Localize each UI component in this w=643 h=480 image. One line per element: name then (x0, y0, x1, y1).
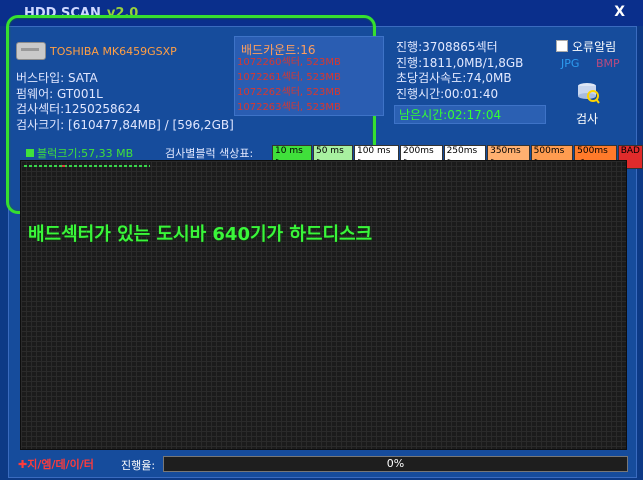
progress-size: 진행:1811,0MB/1,8GB (396, 55, 524, 70)
scan-status: 진행:3708865섹터 진행:1811,0MB/1,8GB 초당검사속도:74… (396, 40, 523, 102)
progress-sectors: 진행:3708865섹터 (396, 40, 498, 54)
disk-model: TOSHIBA MK6459GSXP (50, 45, 177, 58)
bad-sector-list[interactable]: 1072260섹터, 523MB 1072261섹터, 523MB 107226… (237, 55, 341, 115)
scanned-blocks (24, 165, 150, 167)
bus-type: 버스타입: SATA (16, 71, 98, 85)
green-square-icon (26, 149, 34, 157)
progress-bar: 0% (163, 456, 628, 472)
elapsed-time: 진행시간:00:01:40 (396, 86, 499, 101)
checkbox-icon[interactable] (556, 40, 568, 52)
brand-link[interactable]: ✚지/엠/데/이/터 (18, 456, 94, 472)
block-size: 블럭크기:57,33 MB (26, 145, 133, 161)
block-map-grid (20, 160, 627, 450)
scan-sectors: 검사섹터:1250258624 (16, 102, 141, 116)
scan-speed: 초당검사속도:74,0MB (396, 71, 512, 85)
bad-sector-item: 1072263섹터, 523MB (237, 102, 341, 113)
progress-label: 진행율: (121, 459, 156, 472)
progress-value: 0% (386, 457, 405, 470)
error-alarm-label: 오류알림 (572, 40, 617, 54)
bmp-option[interactable]: BMP (596, 57, 620, 70)
disk-info: 버스타입: SATA 펌웨어: GT001L 검사섹터:1250258624 검… (16, 71, 234, 133)
block-size-label: 블럭크기:57,33 MB (37, 147, 134, 160)
annotation-caption: 배드섹터가 있는 도시바 640기가 하드디스크 (28, 224, 373, 245)
legend-label: 검사별블럭 색상표: (165, 147, 254, 160)
remaining-time: 남은시간:02:17:04 (394, 105, 546, 124)
firmware: 펌웨어: GT001L (16, 86, 103, 101)
scan-icon[interactable] (574, 80, 600, 104)
scan-button-label[interactable]: 검사 (576, 110, 598, 127)
bad-sector-item: 1072261섹터, 523MB (237, 72, 341, 83)
error-alarm-checkbox[interactable]: 오류알림 (556, 38, 616, 55)
bad-block-mark (62, 165, 65, 167)
jpg-option[interactable]: JPG (561, 57, 579, 70)
hard-disk-icon (16, 42, 46, 60)
bad-sector-item: 1072262섹터, 523MB (237, 87, 341, 98)
close-button[interactable]: X (614, 4, 625, 20)
bad-sector-item: 1072260섹터, 523MB (237, 57, 341, 68)
scan-size: 검사크기: [610477,84MB] / [596,2GB] (16, 117, 234, 132)
bad-sector-box: 배드카운트:16 1072260섹터, 523MB 1072261섹터, 523… (234, 36, 384, 116)
